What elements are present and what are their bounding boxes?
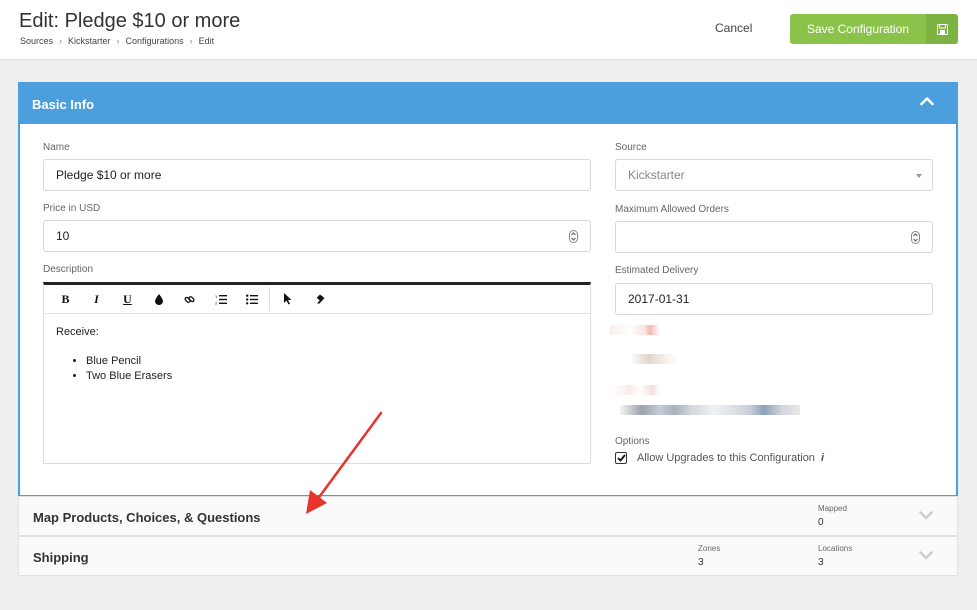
cursor-icon[interactable] (272, 289, 303, 309)
stepper-icon[interactable] (569, 230, 578, 243)
bold-icon[interactable]: B (50, 289, 81, 309)
list-item: Blue Pencil (86, 354, 578, 369)
stepper-icon[interactable] (911, 231, 920, 244)
description-editor[interactable]: B I U 12 Receive: • Blue Pencil • Two Bl… (43, 282, 591, 464)
max-orders-label: Maximum Allowed Orders (615, 204, 729, 215)
link-icon[interactable] (174, 289, 205, 309)
source-value: Kickstarter (628, 168, 685, 182)
mapped-label: Mapped (818, 504, 847, 513)
unordered-list-icon[interactable] (236, 289, 267, 309)
breadcrumb-item-edit: Edit (198, 36, 215, 46)
cancel-button[interactable]: Cancel (715, 21, 752, 35)
svg-text:2: 2 (215, 300, 218, 305)
shipping-panel[interactable]: Shipping Zones 3 Locations 3 (18, 536, 958, 576)
breadcrumb: Sources › Kickstarter › Configurations ›… (20, 36, 214, 46)
price-value: 10 (56, 229, 70, 243)
allow-upgrades-label[interactable]: Allow Upgrades to this Configuration (637, 452, 815, 464)
page-title: Edit: Pledge $10 or more (19, 10, 241, 32)
chevron-down-icon[interactable] (919, 511, 933, 520)
chevron-up-icon[interactable] (920, 96, 934, 106)
source-select[interactable]: Kickstarter (615, 159, 933, 191)
breadcrumb-separator: › (116, 36, 120, 46)
info-icon[interactable]: i (821, 452, 824, 464)
mapped-stat: Mapped 0 (818, 504, 847, 528)
allow-upgrades-option: Allow Upgrades to this Configuration i (615, 452, 824, 464)
allow-upgrades-checkbox[interactable] (615, 452, 627, 464)
dropdown-arrow-icon (916, 174, 922, 178)
breadcrumb-item-kickstarter[interactable]: Kickstarter (68, 36, 111, 46)
delivery-label: Estimated Delivery (615, 265, 699, 276)
map-products-panel[interactable]: Map Products, Choices, & Questions Mappe… (18, 496, 958, 536)
basic-info-panel: Basic Info Name Pledge $10 or more Price… (18, 82, 958, 497)
locations-label: Locations (818, 544, 853, 553)
list-item: Two Blue Erasers (86, 369, 578, 384)
eraser-icon[interactable] (303, 289, 334, 309)
description-label: Description (43, 264, 94, 275)
delivery-date-input[interactable]: 2017-01-31 (615, 283, 933, 315)
locations-stat: Locations 3 (818, 544, 852, 568)
options-label: Options (615, 436, 650, 447)
checkmark-icon (616, 454, 626, 462)
editor-content[interactable]: Receive: Blue Pencil Two Blue Erasers (44, 314, 590, 396)
map-products-title: Map Products, Choices, & Questions (33, 510, 261, 525)
color-drop-icon[interactable] (143, 289, 174, 309)
name-label: Name (43, 142, 70, 153)
toolbar-divider (269, 287, 270, 311)
breadcrumb-item-sources[interactable]: Sources (20, 36, 53, 46)
basic-info-title: Basic Info (32, 96, 95, 112)
mapped-value: 0 (818, 517, 824, 528)
max-orders-input[interactable] (615, 221, 933, 253)
zones-stat: Zones 3 (698, 544, 720, 568)
save-button-label: Save Configuration (806, 22, 910, 36)
zones-label: Zones (698, 544, 721, 553)
breadcrumb-item-configurations[interactable]: Configurations (126, 36, 184, 46)
shipping-title: Shipping (33, 550, 89, 565)
name-input[interactable]: Pledge $10 or more (43, 159, 591, 191)
breadcrumb-separator: › (59, 36, 63, 46)
price-label: Price in USD (43, 203, 101, 214)
zones-value: 3 (698, 557, 704, 568)
source-label: Source (615, 142, 647, 153)
save-disk-icon (926, 14, 958, 44)
italic-icon[interactable]: I (81, 289, 112, 309)
top-bar: Edit: Pledge $10 or more Sources › Kicks… (0, 0, 977, 60)
save-configuration-button[interactable]: Save Configuration (790, 14, 958, 44)
ordered-list-icon[interactable]: 12 (205, 289, 236, 309)
breadcrumb-separator: › (189, 36, 193, 46)
svg-text:1: 1 (215, 294, 218, 299)
chevron-down-icon[interactable] (919, 551, 933, 560)
description-list: Blue Pencil Two Blue Erasers (56, 354, 578, 384)
underline-icon[interactable]: U (112, 289, 143, 309)
basic-info-header[interactable]: Basic Info (20, 84, 956, 124)
locations-value: 3 (818, 557, 824, 568)
editor-toolbar: B I U 12 (44, 285, 590, 314)
description-intro: Receive: (56, 326, 99, 338)
price-input[interactable]: 10 (43, 220, 591, 252)
